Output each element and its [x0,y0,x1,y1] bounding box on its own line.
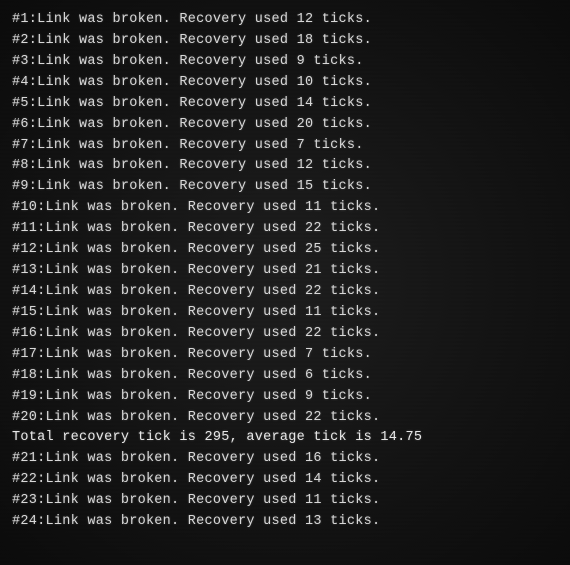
log-line: #14:Link was broken. Recovery used 22 ti… [12,282,558,303]
terminal-window: #1:Link was broken. Recovery used 12 tic… [0,0,570,565]
log-line: #13:Link was broken. Recovery used 21 ti… [12,261,558,282]
log-line: #21:Link was broken. Recovery used 16 ti… [12,449,558,470]
log-line: #10:Link was broken. Recovery used 11 ti… [12,198,558,219]
log-line: #17:Link was broken. Recovery used 7 tic… [12,345,558,366]
log-line: #3:Link was broken. Recovery used 9 tick… [12,52,558,73]
log-line: #6:Link was broken. Recovery used 20 tic… [12,115,558,136]
log-line: #4:Link was broken. Recovery used 10 tic… [12,73,558,94]
log-line: #8:Link was broken. Recovery used 12 tic… [12,156,558,177]
log-line: #7:Link was broken. Recovery used 7 tick… [12,136,558,157]
log-line: #19:Link was broken. Recovery used 9 tic… [12,387,558,408]
log-line: #11:Link was broken. Recovery used 22 ti… [12,219,558,240]
log-line: #2:Link was broken. Recovery used 18 tic… [12,31,558,52]
log-line: #16:Link was broken. Recovery used 22 ti… [12,324,558,345]
log-line: #18:Link was broken. Recovery used 6 tic… [12,366,558,387]
log-line: #5:Link was broken. Recovery used 14 tic… [12,94,558,115]
log-line: #22:Link was broken. Recovery used 14 ti… [12,470,558,491]
log-line: #1:Link was broken. Recovery used 12 tic… [12,10,558,31]
summary-line: Total recovery tick is 295, average tick… [12,428,558,449]
log-line: #12:Link was broken. Recovery used 25 ti… [12,240,558,261]
log-line: #20:Link was broken. Recovery used 22 ti… [12,408,558,429]
log-line: #24:Link was broken. Recovery used 13 ti… [12,512,558,533]
log-line: #15:Link was broken. Recovery used 11 ti… [12,303,558,324]
log-line: #9:Link was broken. Recovery used 15 tic… [12,177,558,198]
log-line: #23:Link was broken. Recovery used 11 ti… [12,491,558,512]
